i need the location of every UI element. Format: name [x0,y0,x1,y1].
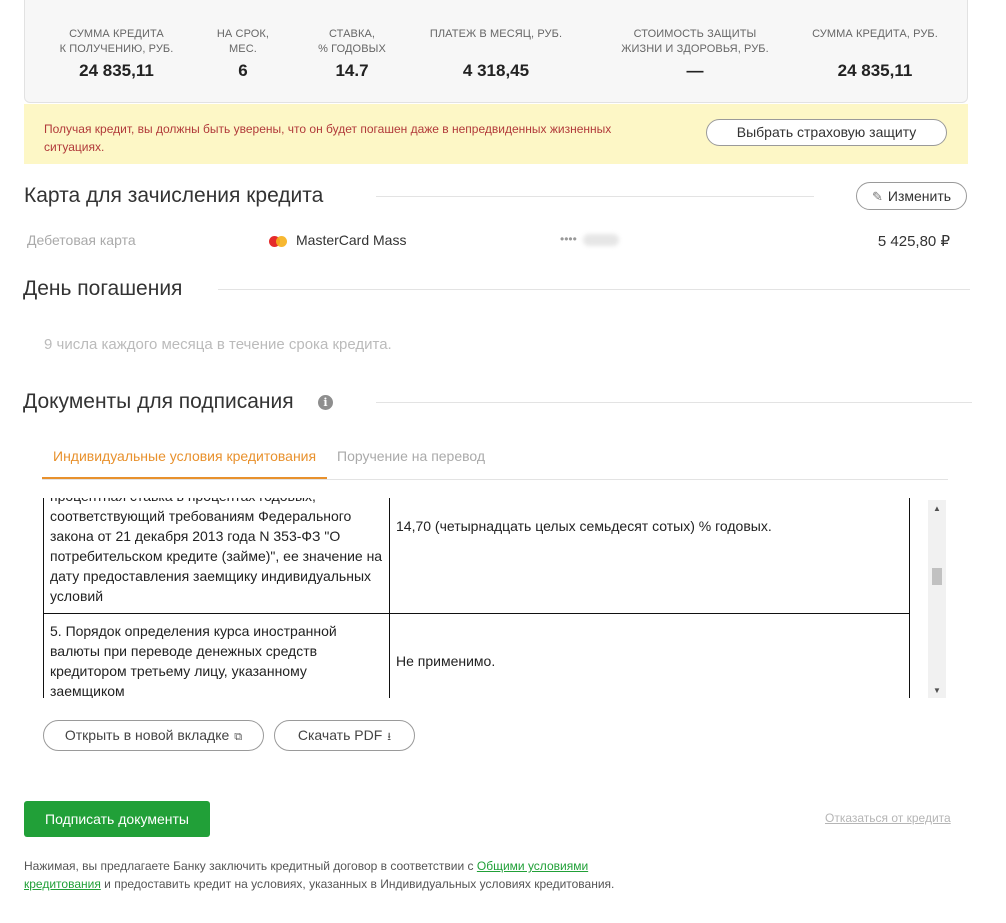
document-viewer[interactable]: процентная ставка в процентах годовых, с… [42,498,948,698]
document-table: процентная ставка в процентах годовых, с… [43,498,910,698]
choose-insurance-button[interactable]: Выбрать страховую защиту [706,119,947,146]
download-pdf-label: Скачать PDF [297,727,383,743]
summary-label: СТАВКА, % ГОДОВЫХ [318,28,386,55]
summary-label: СУММА КРЕДИТА К ПОЛУЧЕНИЮ, РУБ. [59,28,174,55]
external-window-icon: ⧉ [234,731,243,743]
summary-term: НА СРОК, МЕС. 6 [205,27,281,81]
card-type: Дебетовая карта [27,232,136,248]
summary-insurance-cost: СТОИМОСТЬ ЗАЩИТЫ ЖИЗНИ И ЗДОРОВЬЯ, РУБ. … [613,27,777,81]
footer-text: Нажимая, вы предлагаете Банку заключить … [24,859,477,873]
open-new-tab-button[interactable]: Открыть в новой вкладке ⧉ [43,720,264,751]
footer-text: и предоставить кредит на условиях, указа… [100,877,615,891]
summary-loan-amount: СУММА КРЕДИТА К ПОЛУЧЕНИЮ, РУБ. 24 835,1… [59,27,174,81]
selected-card-row: Дебетовая карта MasterCard Mass •••• 5 4… [0,232,1006,252]
edit-card-button[interactable]: ✎ Изменить [856,182,967,210]
open-new-tab-label: Открыть в новой вкладке [64,727,230,743]
documents-section-title: Документы для подписания [23,390,294,413]
summary-label: НА СРОК, МЕС. [216,28,270,55]
summary-value: 24 835,11 [79,61,154,80]
refuse-credit-link[interactable]: Отказаться от кредита [825,811,951,825]
table-cell: процентная ставка в процентах годовых, с… [43,498,390,614]
document-scrollbar[interactable]: ▲ ▼ [928,500,946,698]
card-section-title: Карта для зачисления кредита [24,184,324,207]
summary-value: 24 835,11 [837,61,913,80]
card-number-redacted [583,234,619,246]
info-icon[interactable]: i [318,395,333,410]
edit-card-label: Изменить [887,188,952,204]
warning-text: Получая кредит, вы должны быть уверены, … [44,122,612,154]
table-row: процентная ставка в процентах годовых, с… [43,498,910,614]
table-cell: Не применимо. [389,613,910,698]
table-cell: 14,70 (четырнадцать целых семьдесят соты… [389,498,910,614]
download-icon: ⭳ [387,731,392,743]
summary-value: — [686,61,704,80]
summary-label: СТОИМОСТЬ ЗАЩИТЫ ЖИЗНИ И ЗДОРОВЬЯ, РУБ. [621,28,769,55]
download-pdf-button[interactable]: Скачать PDF ⭳ [274,720,415,751]
section-divider [376,402,972,403]
card-number-mask: •••• [560,232,577,246]
loan-summary-card: СУММА КРЕДИТА К ПОЛУЧЕНИЮ, РУБ. 24 835,1… [24,0,968,103]
summary-monthly-payment: ПЛАТЕЖ В МЕСЯЦ, РУБ. 4 318,45 [423,27,569,81]
section-divider [218,289,970,290]
summary-label: ПЛАТЕЖ В МЕСЯЦ, РУБ. [429,28,563,40]
pencil-icon: ✎ [871,189,883,204]
summary-value: 4 318,45 [462,61,530,80]
sign-documents-button[interactable]: Подписать документы [24,801,210,837]
mastercard-logo-icon [269,236,287,247]
document-tabs: Индивидуальные условия кредитования Пору… [42,440,948,480]
table-row: 5. Порядок определения курса иностранной… [43,613,910,698]
scroll-thumb[interactable] [932,568,942,585]
scroll-down-arrow-icon[interactable]: ▼ [928,686,946,695]
summary-value: 14.7 [335,61,369,80]
card-balance: 5 425,80 ₽ [877,233,950,250]
table-cell: 5. Порядок определения курса иностранной… [43,613,390,698]
summary-total-amount: СУММА КРЕДИТА, РУБ. 24 835,11 [805,27,945,81]
insurance-warning-banner: Получая кредит, вы должны быть уверены, … [24,104,968,164]
section-divider [376,196,814,197]
scroll-up-arrow-icon[interactable]: ▲ [928,504,946,513]
payday-description: 9 числа каждого месяца в течение срока к… [44,336,392,353]
payday-section-title: День погашения [23,277,183,300]
tab-individual-conditions[interactable]: Индивидуальные условия кредитования [42,448,328,479]
tab-transfer-order[interactable]: Поручение на перевод [326,448,496,479]
summary-value: 6 [238,61,248,80]
summary-rate: СТАВКА, % ГОДОВЫХ 14.7 [307,27,397,81]
summary-label: СУММА КРЕДИТА, РУБ. [812,28,938,40]
footer-note: Нажимая, вы предлагаете Банку заключить … [24,857,664,893]
card-name: MasterCard Mass [296,232,407,248]
